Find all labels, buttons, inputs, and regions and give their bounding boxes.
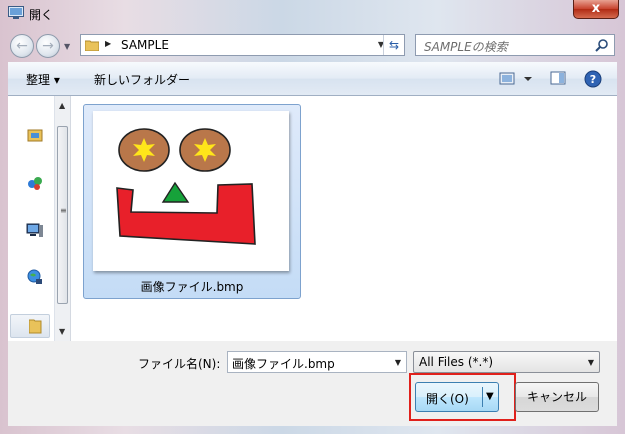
- file-browser-area: ▲ ≡ ▼ 画像ファイル.bmp: [8, 96, 617, 341]
- scroll-up-icon[interactable]: ▲: [59, 101, 65, 110]
- highlight-annotation-box: [409, 373, 516, 421]
- breadcrumb-path[interactable]: SAMPLE: [121, 38, 169, 52]
- close-button[interactable]: x: [573, 0, 619, 19]
- recent-pages-dropdown-icon[interactable]: ▼: [64, 42, 72, 51]
- scroll-thumb[interactable]: ≡: [57, 126, 68, 304]
- organize-button[interactable]: 整理 ▾: [26, 71, 60, 88]
- search-placeholder: SAMPLEの検索: [424, 40, 508, 54]
- app-window-icon: [8, 6, 24, 20]
- scroll-grip-icon: ≡: [60, 206, 67, 215]
- filetype-dropdown-icon[interactable]: ▼: [588, 358, 594, 367]
- file-name-label: 画像ファイル.bmp: [140, 280, 244, 294]
- command-toolbar: 整理 ▾ 新しいフォルダー ?: [8, 62, 617, 96]
- filetype-value[interactable]: All Files (*.*): [419, 355, 493, 369]
- file-item-selected[interactable]: 画像ファイル.bmp: [83, 104, 301, 299]
- filename-value[interactable]: 画像ファイル.bmp: [232, 355, 335, 372]
- search-icon[interactable]: [595, 38, 609, 52]
- breadcrumb-chevron-icon[interactable]: ▶: [105, 39, 111, 48]
- scroll-down-icon[interactable]: ▼: [59, 327, 65, 336]
- image-thumbnail: [93, 111, 289, 271]
- bottom-panel: ファイル名(N): 画像ファイル.bmp ▼ All Files (*.*) ▼…: [8, 341, 617, 426]
- window-title: 開く: [29, 8, 54, 22]
- favorites-icon[interactable]: [26, 126, 44, 144]
- filename-label: ファイル名(N):: [138, 357, 221, 371]
- change-view-button[interactable]: [498, 70, 538, 88]
- cancel-button[interactable]: キャンセル: [515, 382, 599, 412]
- nav-pane-scrollbar[interactable]: ▲ ≡ ▼: [54, 96, 71, 341]
- folder-icon: [28, 318, 47, 336]
- filetype-select[interactable]: All Files (*.*) ▼: [413, 351, 600, 373]
- address-bar[interactable]: ▶ SAMPLE ▼ ⇆: [80, 34, 405, 56]
- nav-selected-item[interactable]: [10, 314, 50, 338]
- help-icon[interactable]: ?: [584, 70, 602, 88]
- search-input[interactable]: SAMPLEの検索: [415, 34, 615, 56]
- forward-arrow-icon: →: [42, 38, 54, 54]
- filename-dropdown-icon[interactable]: ▼: [395, 358, 401, 367]
- svg-text:?: ?: [590, 73, 596, 86]
- dialog-window: 開く x ← → ▼ ▶ SAMPLE ▼ ⇆ SAMPLEの検索 整理 ▾ 新…: [0, 0, 625, 434]
- preview-pane-icon[interactable]: [550, 70, 566, 86]
- new-folder-button[interactable]: 新しいフォルダー: [94, 71, 190, 88]
- forward-button[interactable]: →: [36, 34, 60, 58]
- libraries-icon[interactable]: [26, 174, 44, 192]
- folder-icon: [84, 39, 100, 52]
- network-icon[interactable]: [26, 268, 44, 286]
- back-button[interactable]: ←: [10, 34, 34, 58]
- back-arrow-icon: ←: [16, 38, 28, 54]
- computer-icon[interactable]: [26, 222, 44, 240]
- title-bar[interactable]: 開く x: [0, 0, 625, 26]
- refresh-icon[interactable]: ⇆: [383, 35, 404, 55]
- navigation-pane: [8, 96, 54, 341]
- filename-input[interactable]: 画像ファイル.bmp ▼: [227, 351, 407, 373]
